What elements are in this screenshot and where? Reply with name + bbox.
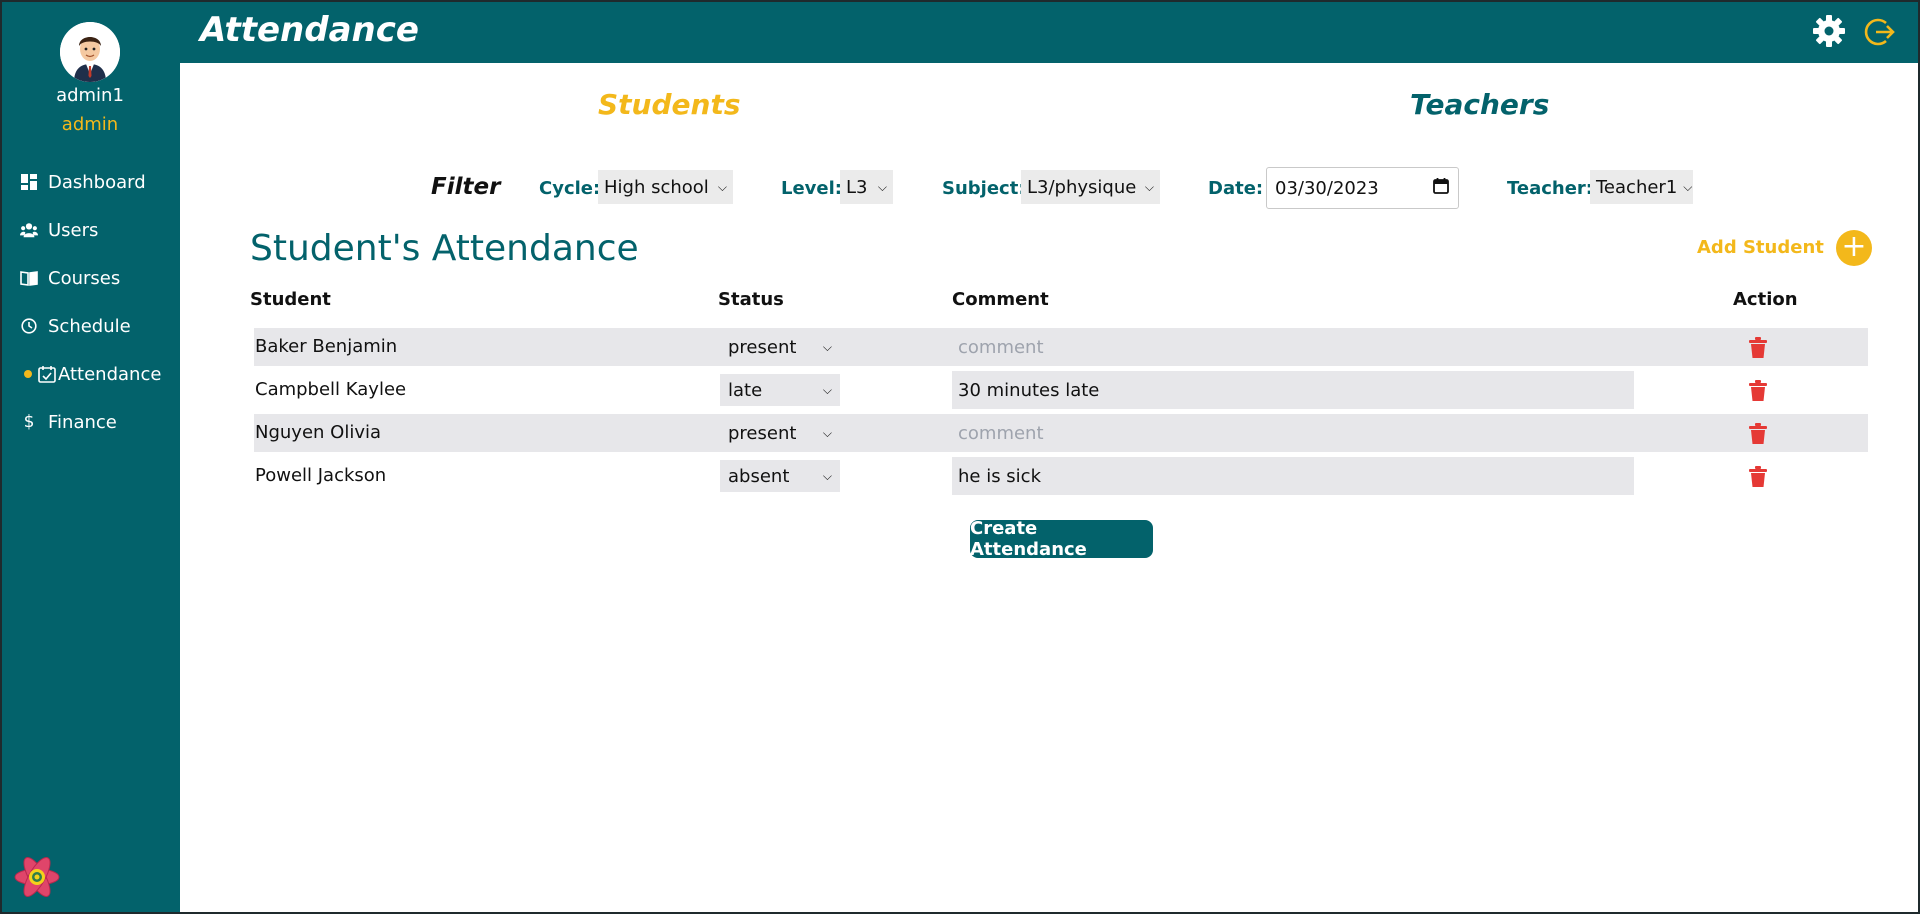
status-select[interactable]: present ⌵: [720, 331, 840, 363]
chevron-down-icon: ⌵: [822, 425, 832, 440]
add-student-link[interactable]: Add Student: [1697, 237, 1824, 258]
teacher-value: Teacher1: [1596, 176, 1678, 198]
gear-icon[interactable]: [1812, 14, 1846, 48]
sidebar-item-label: Dashboard: [48, 171, 146, 193]
table-row: Nguyen Olivia present ⌵ comment: [254, 414, 1868, 452]
active-indicator: [24, 370, 32, 378]
create-attendance-button[interactable]: Create Attendance: [970, 518, 1153, 560]
calendar-icon[interactable]: [1432, 177, 1450, 200]
status-value: present: [728, 422, 797, 444]
student-name: Campbell Kaylee: [255, 379, 407, 400]
teacher-select[interactable]: Teacher1 ⌵: [1590, 170, 1693, 204]
column-header-student: Student: [250, 289, 331, 310]
chevron-down-icon: ⌵: [1683, 179, 1693, 194]
table-row: Campbell Kaylee late ⌵ 30 minutes late: [254, 371, 1868, 409]
react-logo-icon: [12, 852, 62, 902]
column-header-action: Action: [1733, 289, 1798, 310]
filter-label: Filter: [431, 174, 501, 200]
sidebar-item-schedule[interactable]: Schedule: [0, 302, 180, 350]
status-select[interactable]: present ⌵: [720, 417, 840, 449]
page-title: Attendance: [200, 10, 419, 50]
trash-icon[interactable]: [1748, 423, 1768, 445]
trash-icon[interactable]: [1748, 380, 1768, 402]
date-value: 03/30/2023: [1275, 177, 1379, 199]
status-select[interactable]: late ⌵: [720, 374, 840, 406]
clock-icon: [20, 317, 38, 335]
column-header-status: Status: [718, 289, 784, 310]
student-name: Powell Jackson: [255, 465, 387, 486]
chevron-down-icon: ⌵: [717, 179, 727, 194]
avatar[interactable]: [60, 22, 120, 82]
level-select[interactable]: L3 ⌵: [840, 170, 893, 204]
table-row: Powell Jackson absent ⌵ he is sick: [254, 457, 1868, 495]
top-header: Attendance: [180, 0, 1920, 63]
subject-label: Subject:: [942, 178, 1026, 199]
sidebar: admin1 admin Dashboard Users Courses Sch…: [0, 0, 180, 914]
sidebar-item-label: Schedule: [48, 315, 131, 337]
level-value: L3: [846, 176, 868, 198]
plus-icon: +: [1841, 229, 1867, 264]
cycle-select[interactable]: High school ⌵: [598, 170, 733, 204]
section-title: Student's Attendance: [250, 228, 639, 269]
logout-icon[interactable]: [1864, 16, 1896, 48]
sidebar-item-users[interactable]: Users: [0, 206, 180, 254]
sidebar-item-attendance[interactable]: Attendance: [0, 350, 180, 398]
sidebar-item-finance[interactable]: $ Finance: [0, 398, 180, 446]
sidebar-item-label: Finance: [48, 411, 117, 433]
sidebar-item-label: Users: [48, 219, 99, 241]
user-role: admin: [61, 114, 119, 135]
book-icon: [20, 269, 38, 287]
sidebar-item-courses[interactable]: Courses: [0, 254, 180, 302]
cycle-label: Cycle:: [539, 178, 601, 199]
level-label: Level:: [781, 178, 842, 199]
comment-input[interactable]: 30 minutes late: [952, 371, 1634, 409]
subject-value: L3/physique: [1027, 176, 1137, 198]
table-row: Baker Benjamin present ⌵ comment: [254, 328, 1868, 366]
sidebar-nav: Dashboard Users Courses Schedule Attenda…: [0, 158, 180, 446]
chevron-down-icon: ⌵: [877, 179, 887, 194]
comment-input[interactable]: comment: [952, 414, 1634, 452]
student-name: Nguyen Olivia: [255, 422, 382, 443]
date-label: Date:: [1208, 178, 1264, 199]
status-value: absent: [728, 465, 790, 487]
subject-select[interactable]: L3/physique ⌵: [1021, 170, 1160, 204]
sidebar-item-label: Courses: [48, 267, 121, 289]
add-student-button[interactable]: +: [1836, 230, 1872, 266]
date-input[interactable]: 03/30/2023: [1266, 167, 1459, 209]
user-name: admin1: [56, 85, 124, 106]
comment-input[interactable]: comment: [952, 328, 1634, 366]
users-icon: [20, 221, 38, 239]
trash-icon[interactable]: [1748, 337, 1768, 359]
column-header-comment: Comment: [952, 289, 1049, 310]
comment-input[interactable]: he is sick: [952, 457, 1634, 495]
calendar-check-icon: [38, 365, 56, 383]
status-select[interactable]: absent ⌵: [720, 460, 840, 492]
tab-students[interactable]: Students: [598, 88, 741, 121]
chevron-down-icon: ⌵: [822, 339, 832, 354]
dollar-icon: $: [23, 412, 35, 432]
teacher-label: Teacher:: [1507, 178, 1594, 199]
student-name: Baker Benjamin: [255, 336, 398, 357]
chevron-down-icon: ⌵: [1144, 179, 1154, 194]
dashboard-icon: [20, 173, 38, 191]
chevron-down-icon: ⌵: [822, 468, 832, 483]
trash-icon[interactable]: [1748, 466, 1768, 488]
chevron-down-icon: ⌵: [822, 382, 832, 397]
cycle-value: High school: [604, 176, 709, 198]
sidebar-item-label: Attendance: [58, 363, 162, 385]
sidebar-item-dashboard[interactable]: Dashboard: [0, 158, 180, 206]
status-value: present: [728, 336, 797, 358]
tab-teachers[interactable]: Teachers: [1410, 88, 1549, 121]
status-value: late: [728, 379, 763, 401]
